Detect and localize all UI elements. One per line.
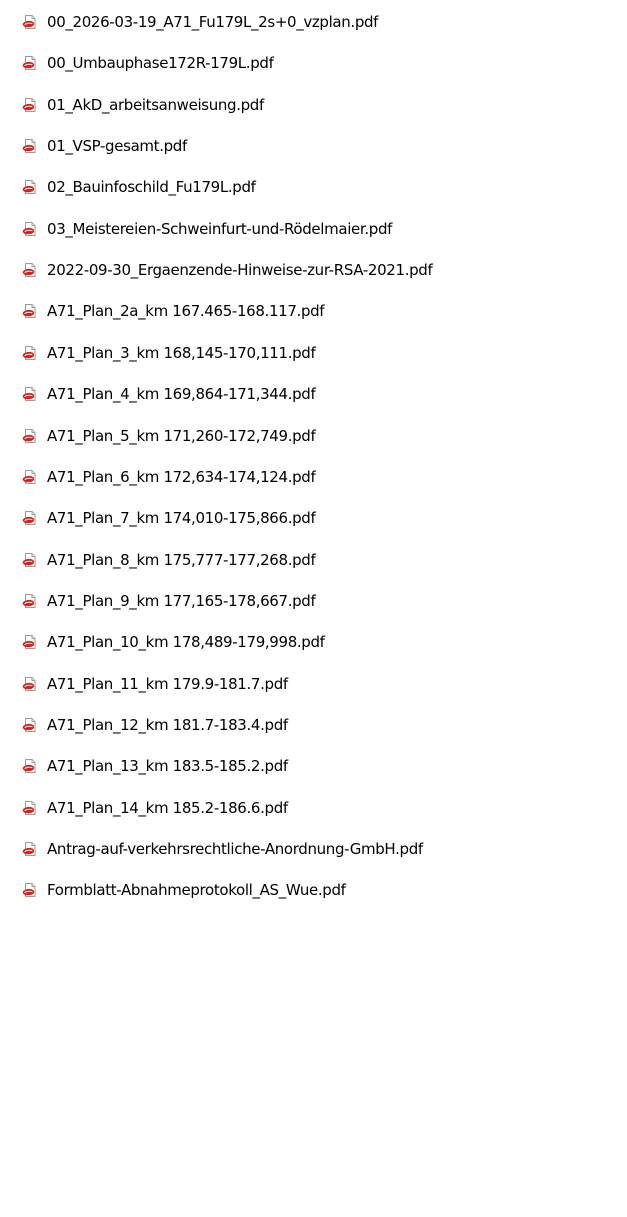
pdf-file-icon <box>22 179 38 195</box>
file-item[interactable]: A71_Plan_7_km 174,010-175,866.pdf <box>0 500 627 536</box>
pdf-file-icon <box>22 676 38 692</box>
file-name: A71_Plan_6_km 172,634-174,124.pdf <box>47 467 316 486</box>
file-name: A71_Plan_14_km 185.2-186.6.pdf <box>47 798 288 817</box>
file-name: 02_Bauinfoschild_Fu179L.pdf <box>47 178 256 197</box>
pdf-file-icon <box>22 14 38 30</box>
file-item[interactable]: A71_Plan_12_km 181.7-183.4.pdf <box>0 707 627 743</box>
file-name: 2022-09-30_Ergaenzende-Hinweise-zur-RSA-… <box>47 261 433 280</box>
pdf-file-icon <box>22 345 38 361</box>
file-name: Antrag-auf-verkehrsrechtliche-Anordnung-… <box>47 840 423 858</box>
file-item[interactable]: A71_Plan_9_km 177,165-178,667.pdf <box>0 583 627 619</box>
file-name: A71_Plan_3_km 168,145-170,111.pdf <box>47 343 316 362</box>
pdf-file-icon <box>22 221 38 237</box>
file-item[interactable]: 02_Bauinfoschild_Fu179L.pdf <box>0 169 627 205</box>
file-name: A71_Plan_8_km 175,777-177,268.pdf <box>47 550 316 569</box>
file-item[interactable]: Formblatt-Abnahmeprotokoll_AS_Wue.pdf <box>0 872 627 908</box>
pdf-file-icon <box>22 841 38 857</box>
file-item[interactable]: A71_Plan_2a_km 167.465-168.117.pdf <box>0 293 627 329</box>
file-name: A71_Plan_11_km 179.9-181.7.pdf <box>47 674 288 693</box>
file-item[interactable]: A71_Plan_14_km 185.2-186.6.pdf <box>0 790 627 826</box>
file-name: 00_2026-03-19_A71_Fu179L_2s+0_vzplan.pdf <box>47 13 379 31</box>
file-name: A71_Plan_5_km 171,260-172,749.pdf <box>47 426 316 445</box>
file-name: Formblatt-Abnahmeprotokoll_AS_Wue.pdf <box>47 881 346 900</box>
pdf-file-icon <box>22 138 38 154</box>
file-item[interactable]: 2022-09-30_Ergaenzende-Hinweise-zur-RSA-… <box>0 252 627 288</box>
file-name: 01_VSP-gesamt.pdf <box>47 137 187 156</box>
file-item[interactable]: A71_Plan_8_km 175,777-177,268.pdf <box>0 542 627 578</box>
file-item[interactable]: A71_Plan_13_km 183.5-185.2.pdf <box>0 748 627 784</box>
file-item[interactable]: A71_Plan_6_km 172,634-174,124.pdf <box>0 459 627 495</box>
file-item[interactable]: A71_Plan_5_km 171,260-172,749.pdf <box>0 418 627 454</box>
pdf-file-icon <box>22 469 38 485</box>
pdf-file-icon <box>22 510 38 526</box>
file-item[interactable]: 01_VSP-gesamt.pdf <box>0 128 627 164</box>
file-name: 03_Meistereien-Schweinfurt-und-Rödelmaie… <box>47 219 393 238</box>
file-name: A71_Plan_4_km 169,864-171,344.pdf <box>47 385 316 404</box>
pdf-file-icon <box>22 97 38 113</box>
file-item[interactable]: 00_Umbauphase172R-179L.pdf <box>0 45 627 81</box>
pdf-file-icon <box>22 428 38 444</box>
file-name: A71_Plan_13_km 183.5-185.2.pdf <box>47 757 288 776</box>
file-item[interactable]: A71_Plan_11_km 179.9-181.7.pdf <box>0 666 627 702</box>
pdf-file-icon <box>22 758 38 774</box>
pdf-file-icon <box>22 634 38 650</box>
file-name: 01_AkD_arbeitsanweisung.pdf <box>47 95 264 114</box>
file-name: A71_Plan_7_km 174,010-175,866.pdf <box>47 509 316 528</box>
pdf-file-icon <box>22 593 38 609</box>
file-name: A71_Plan_10_km 178,489-179,998.pdf <box>47 633 325 652</box>
file-item[interactable]: A71_Plan_10_km 178,489-179,998.pdf <box>0 624 627 660</box>
pdf-file-icon <box>22 303 38 319</box>
pdf-file-icon <box>22 717 38 733</box>
file-item[interactable]: 01_AkD_arbeitsanweisung.pdf <box>0 87 627 123</box>
pdf-file-icon <box>22 55 38 71</box>
pdf-file-icon <box>22 386 38 402</box>
pdf-file-icon <box>22 882 38 898</box>
pdf-file-icon <box>22 262 38 278</box>
file-name: A71_Plan_12_km 181.7-183.4.pdf <box>47 715 288 734</box>
file-item[interactable]: A71_Plan_4_km 169,864-171,344.pdf <box>0 376 627 412</box>
file-item[interactable]: 03_Meistereien-Schweinfurt-und-Rödelmaie… <box>0 211 627 247</box>
file-name: A71_Plan_2a_km 167.465-168.117.pdf <box>47 302 325 321</box>
file-item[interactable]: A71_Plan_3_km 168,145-170,111.pdf <box>0 335 627 371</box>
file-name: 00_Umbauphase172R-179L.pdf <box>47 54 274 73</box>
pdf-file-icon <box>22 552 38 568</box>
file-item[interactable]: Antrag-auf-verkehrsrechtliche-Anordnung-… <box>0 831 627 867</box>
file-item[interactable]: 00_2026-03-19_A71_Fu179L_2s+0_vzplan.pdf <box>0 4 627 40</box>
pdf-file-icon <box>22 800 38 816</box>
file-name: A71_Plan_9_km 177,165-178,667.pdf <box>47 591 316 610</box>
